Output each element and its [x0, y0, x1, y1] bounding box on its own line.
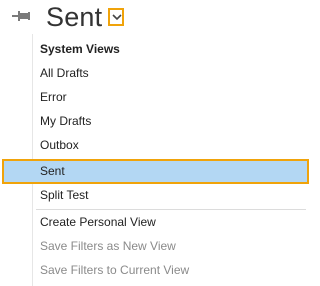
view-menu: System Views All Drafts Error My Drafts … [0, 34, 313, 286]
section-label-system-views: System Views [40, 42, 120, 56]
menu-item-label: Sent [40, 164, 65, 178]
menu-item-outbox[interactable]: Outbox [40, 133, 79, 157]
chevron-down-icon [112, 14, 122, 21]
menu-item-sent-selected[interactable]: Sent [2, 159, 309, 184]
menu-item-my-drafts[interactable]: My Drafts [40, 109, 91, 133]
save-filters-to-current-view-link: Save Filters to Current View [40, 263, 190, 277]
save-filters-as-new-view-link: Save Filters as New View [40, 239, 176, 253]
view-header: Sent [0, 0, 313, 34]
menu-item-all-drafts[interactable]: All Drafts [40, 61, 89, 85]
create-personal-view-link[interactable]: Create Personal View [40, 210, 156, 234]
view-title[interactable]: Sent [46, 0, 102, 34]
pin-icon[interactable] [10, 7, 32, 25]
menu-item-split-test[interactable]: Split Test [40, 183, 88, 207]
view-selector-button[interactable] [108, 8, 124, 26]
menu-item-error[interactable]: Error [40, 85, 67, 109]
